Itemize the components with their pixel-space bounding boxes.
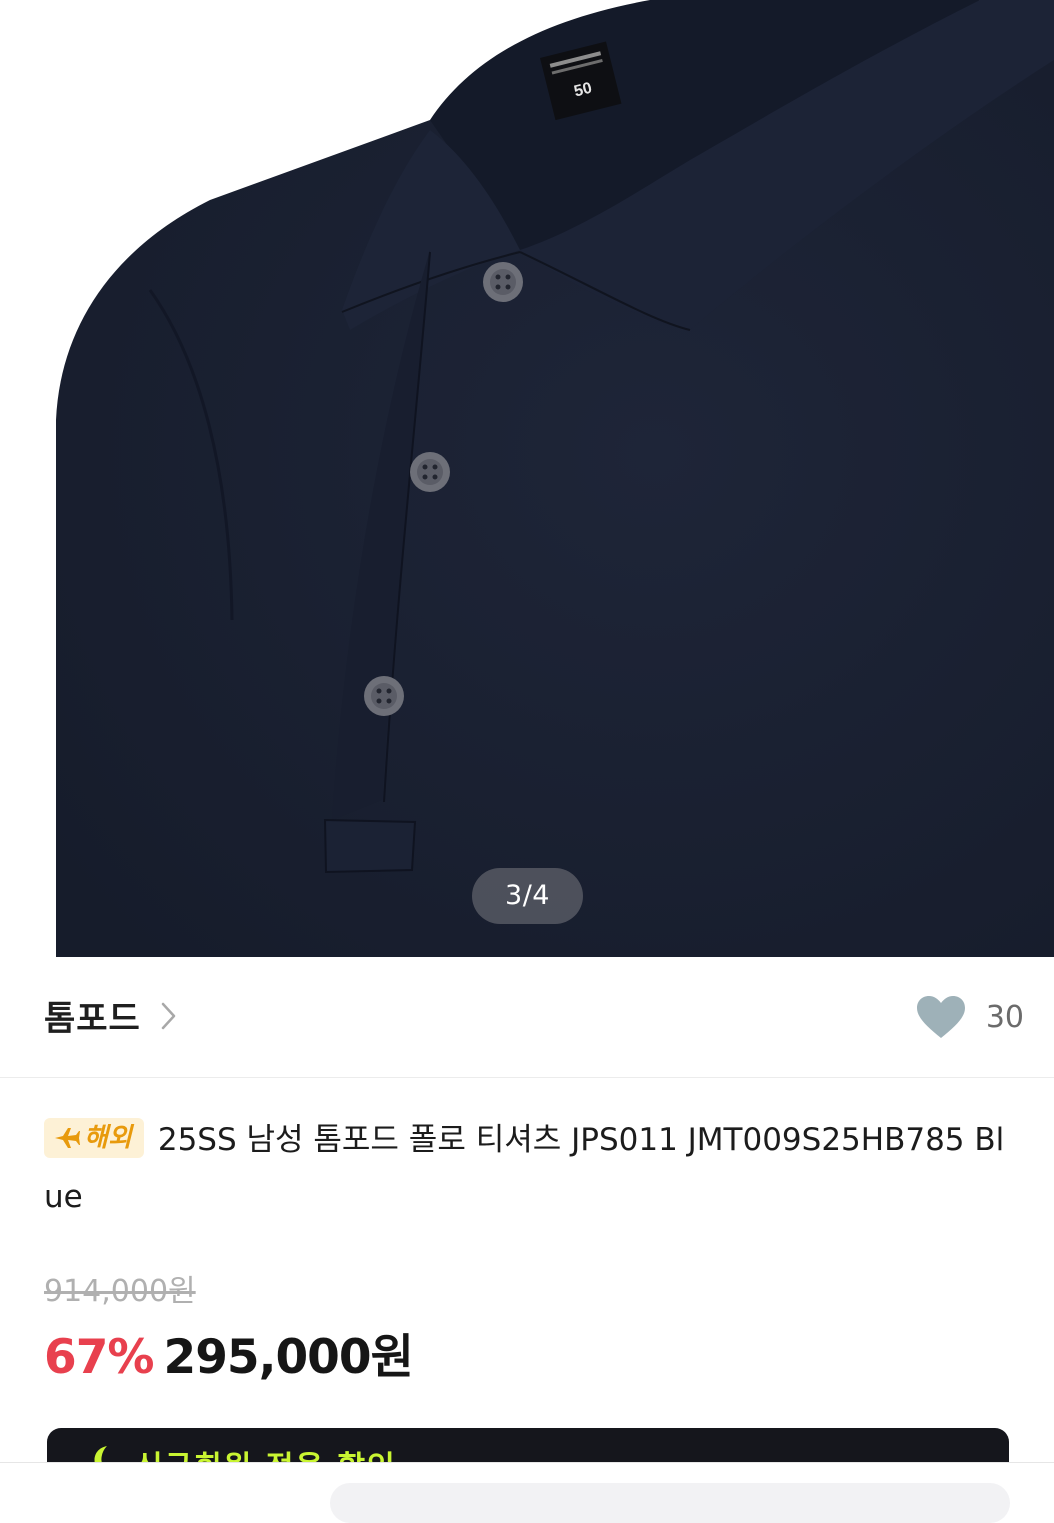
airplane-icon <box>55 1128 80 1148</box>
shirt-button <box>364 676 404 716</box>
shirt-button <box>410 452 450 492</box>
heart-icon <box>916 996 965 1038</box>
brand-link[interactable]: 톰포드 <box>44 991 177 1040</box>
product-image-gallery[interactable]: 50 3/4 <box>0 0 1054 957</box>
sale-price: 295,000원 <box>163 1330 414 1385</box>
product-title: 해외 25SS 남성 톰포드 폴로 티셔츠 JPS011 JMT009S25HB7… <box>44 1112 1019 1226</box>
bottom-action-pill[interactable] <box>330 1483 1010 1523</box>
product-title-block: 해외 25SS 남성 톰포드 폴로 티셔츠 JPS011 JMT009S25HB7… <box>44 1112 1019 1226</box>
bottom-action-bar <box>0 1462 1054 1523</box>
shirt-button <box>483 262 523 302</box>
overseas-badge: 해외 <box>44 1118 144 1158</box>
product-title-text: 25SS 남성 톰포드 폴로 티셔츠 JPS011 JMT009S25HB785… <box>44 1122 1005 1215</box>
chevron-right-icon <box>161 1002 176 1029</box>
polo-shirt-image: 50 <box>56 0 1054 957</box>
overseas-badge-label: 해외 <box>84 1123 132 1153</box>
brand-name: 톰포드 <box>44 999 141 1039</box>
discount-rate: 67% <box>44 1330 154 1385</box>
sale-price-row: 67% 295,000원 <box>44 1318 414 1387</box>
brand-row: 톰포드 30 <box>0 957 1054 1078</box>
original-price: 914,000원 <box>44 1274 196 1309</box>
image-page-indicator: 3/4 <box>472 868 583 924</box>
like-count: 30 <box>985 999 1024 1035</box>
like-button[interactable]: 30 <box>916 995 1024 1039</box>
